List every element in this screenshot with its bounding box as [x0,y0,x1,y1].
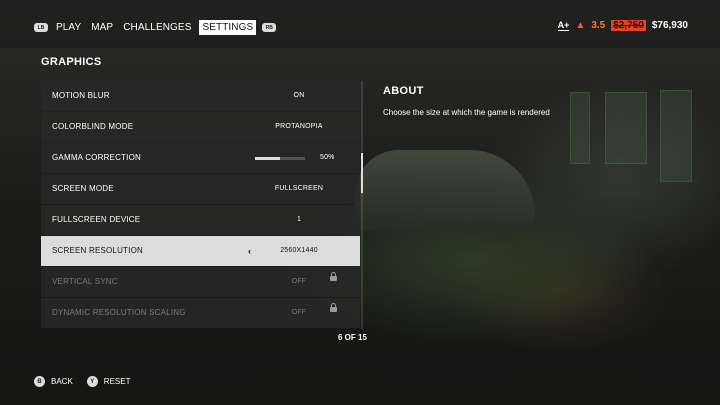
nav-tab-map[interactable]: MAP [89,20,115,35]
section-title: GRAPHICS [41,56,102,68]
lock-icon [330,303,337,312]
page-indicator: 6 OF 15 [338,333,367,342]
b-button-icon: B [34,376,45,387]
background-window [570,92,590,164]
y-button-icon: Y [86,376,98,387]
background-car [355,150,535,230]
about-description: Choose the size at which the game is ren… [383,108,550,117]
setting-row-colorblind-mode[interactable]: COLORBLIND MODE PROTANOPIA [41,112,360,142]
lock-icon [330,272,337,281]
back-label: BACK [51,377,73,386]
setting-row-gamma-correction[interactable]: GAMMA CORRECTION 50% [41,143,360,173]
settings-scrollbar[interactable] [361,81,363,329]
setting-row-screen-mode[interactable]: SCREEN MODE FULLSCREEN [41,174,360,204]
setting-value: OFF [291,309,307,317]
setting-row-vertical-sync: VERTICAL SYNC OFF [41,267,360,297]
nav-tab-play[interactable]: PLAY [54,20,83,35]
setting-row-fullscreen-device[interactable]: FULLSCREEN DEVICE 1 [41,205,360,235]
setting-value: 1 [296,216,302,224]
heat-level: 3.5 [591,20,606,31]
setting-value: 50% [320,154,335,162]
setting-label: SCREEN RESOLUTION [52,246,143,256]
settings-list: MOTION BLUR ON COLORBLIND MODE PROTANOPI… [41,81,360,329]
nav-tab-challenges[interactable]: CHALLENGES [121,20,193,35]
setting-value: OFF [291,278,307,286]
back-button[interactable]: B BACK [34,376,73,387]
setting-value: FULLSCREEN [274,185,324,193]
setting-row-screen-resolution[interactable]: SCREEN RESOLUTION ‹ 2560X1440 [41,236,360,266]
reset-label: RESET [103,377,131,386]
setting-value: ON [293,92,305,100]
about-title: ABOUT [383,85,424,97]
scrollbar-thumb[interactable] [361,153,363,193]
flame-icon: ▲ [575,20,586,31]
bounty-value: $2,750 [611,20,646,31]
main-nav: LB PLAY MAP CHALLENGES SETTINGS RB [34,20,277,35]
reset-button[interactable]: Y RESET [86,376,131,387]
lb-bumper-icon[interactable]: LB [34,23,48,32]
setting-label: VERTICAL SYNC [52,277,118,287]
gamma-slider-fill [255,157,280,160]
setting-label: FULLSCREEN DEVICE [52,215,141,225]
rank-badge: A+ [557,20,570,31]
setting-row-dynamic-resolution-scaling: DYNAMIC RESOLUTION SCALING OFF [41,298,360,328]
setting-label: DYNAMIC RESOLUTION SCALING [52,308,186,318]
nav-tab-settings[interactable]: SETTINGS [199,20,257,35]
setting-label: GAMMA CORRECTION [52,153,141,163]
money-value: $76,930 [651,20,688,31]
background-window [660,90,692,182]
background-window [605,92,647,164]
gamma-slider[interactable] [255,157,305,160]
rb-bumper-icon[interactable]: RB [262,23,277,32]
footer-actions: B BACK Y RESET [34,376,144,387]
player-stats: A+ ▲ 3.5 $2,750 $76,930 [557,20,688,31]
setting-value: 2560X1440 [280,247,318,255]
setting-label: COLORBLIND MODE [52,122,134,132]
setting-value: PROTANOPIA [275,123,323,131]
setting-label: SCREEN MODE [52,184,114,194]
setting-label: MOTION BLUR [52,91,110,101]
setting-row-motion-blur[interactable]: MOTION BLUR ON [41,81,360,111]
